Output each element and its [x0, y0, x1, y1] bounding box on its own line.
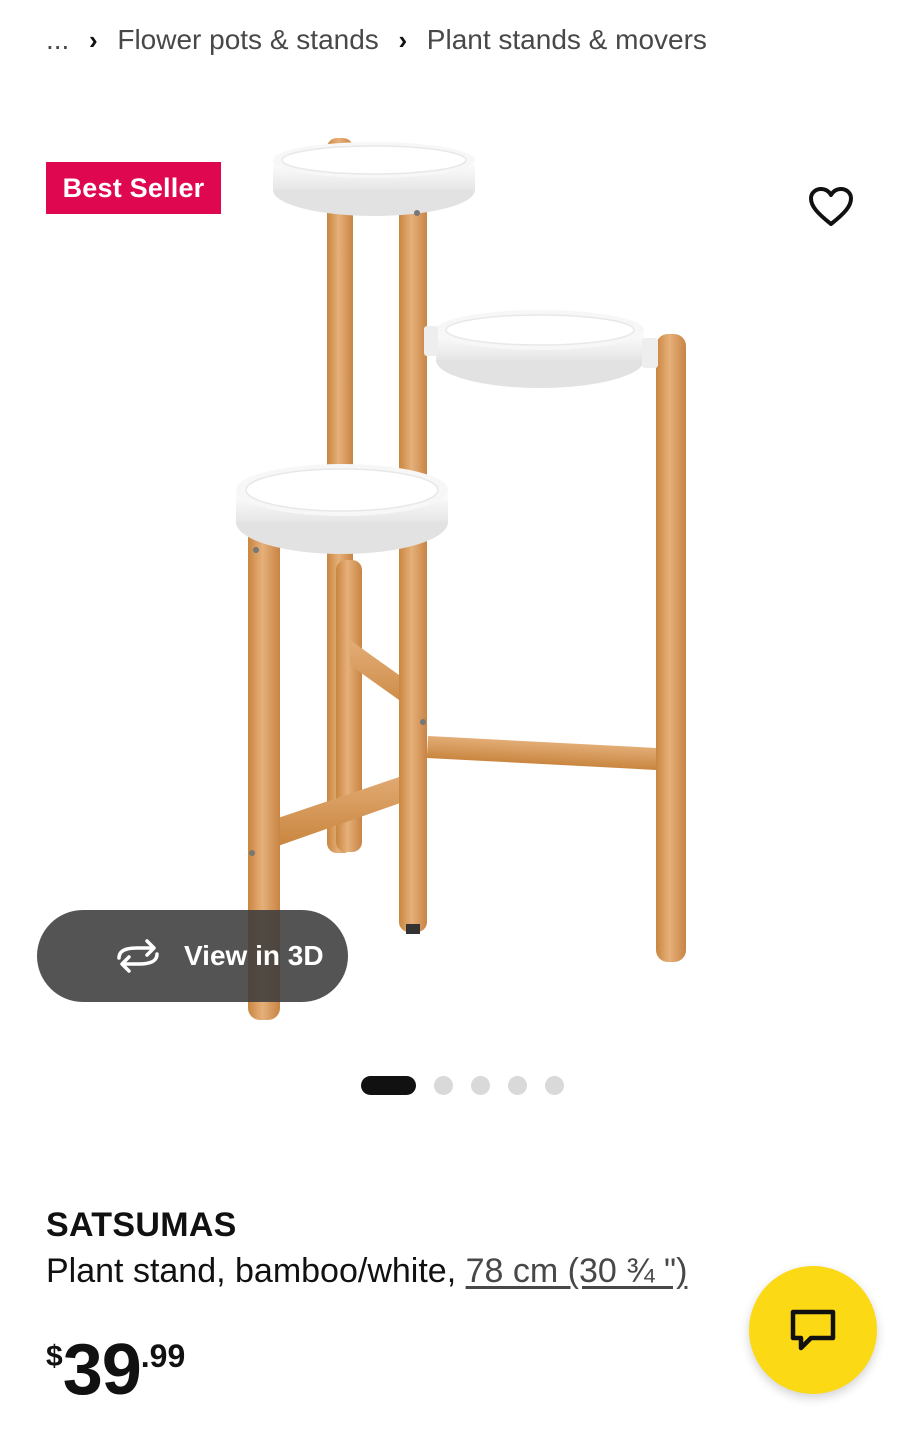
- price-integer: 39: [62, 1330, 142, 1410]
- product-price: $ 39 .99: [46, 1330, 185, 1410]
- price-currency: $: [46, 1340, 63, 1373]
- carousel-indicator: [0, 1074, 924, 1096]
- chevron-right-icon: ›: [398, 24, 408, 55]
- price-decimal: .99: [140, 1338, 186, 1374]
- view-in-3d-button[interactable]: View in 3D: [37, 910, 348, 1002]
- heart-outline-icon: [809, 187, 853, 226]
- chat-button[interactable]: [749, 1266, 877, 1394]
- favorite-button[interactable]: [800, 176, 862, 238]
- breadcrumb-ellipsis[interactable]: ...: [46, 24, 69, 56]
- best-seller-badge: Best Seller: [46, 162, 221, 214]
- chat-bubble-icon: [790, 1309, 836, 1351]
- breadcrumb-item-flower-pots[interactable]: Flower pots & stands: [117, 24, 378, 56]
- product-size-link[interactable]: 78 cm (30 ¾ "): [466, 1252, 688, 1290]
- carousel-dot-2[interactable]: [433, 1075, 453, 1095]
- view-in-3d-label: View in 3D: [184, 940, 324, 971]
- breadcrumb: ... › Flower pots & stands › Plant stand…: [46, 18, 707, 62]
- rotate-3d-icon: [117, 939, 159, 973]
- carousel-dot-3[interactable]: [470, 1075, 490, 1095]
- carousel-dot-4[interactable]: [507, 1075, 527, 1095]
- breadcrumb-item-plant-stands[interactable]: Plant stands & movers: [427, 24, 707, 56]
- product-description-text: Plant stand, bamboo/white,: [46, 1252, 466, 1290]
- product-description: Plant stand, bamboo/white, 78 cm (30 ¾ "…: [46, 1252, 687, 1291]
- chevron-right-icon: ›: [89, 24, 98, 55]
- carousel-dot-1[interactable]: [360, 1075, 416, 1095]
- carousel-dot-5[interactable]: [544, 1075, 564, 1095]
- product-name: SATSUMAS: [46, 1206, 237, 1244]
